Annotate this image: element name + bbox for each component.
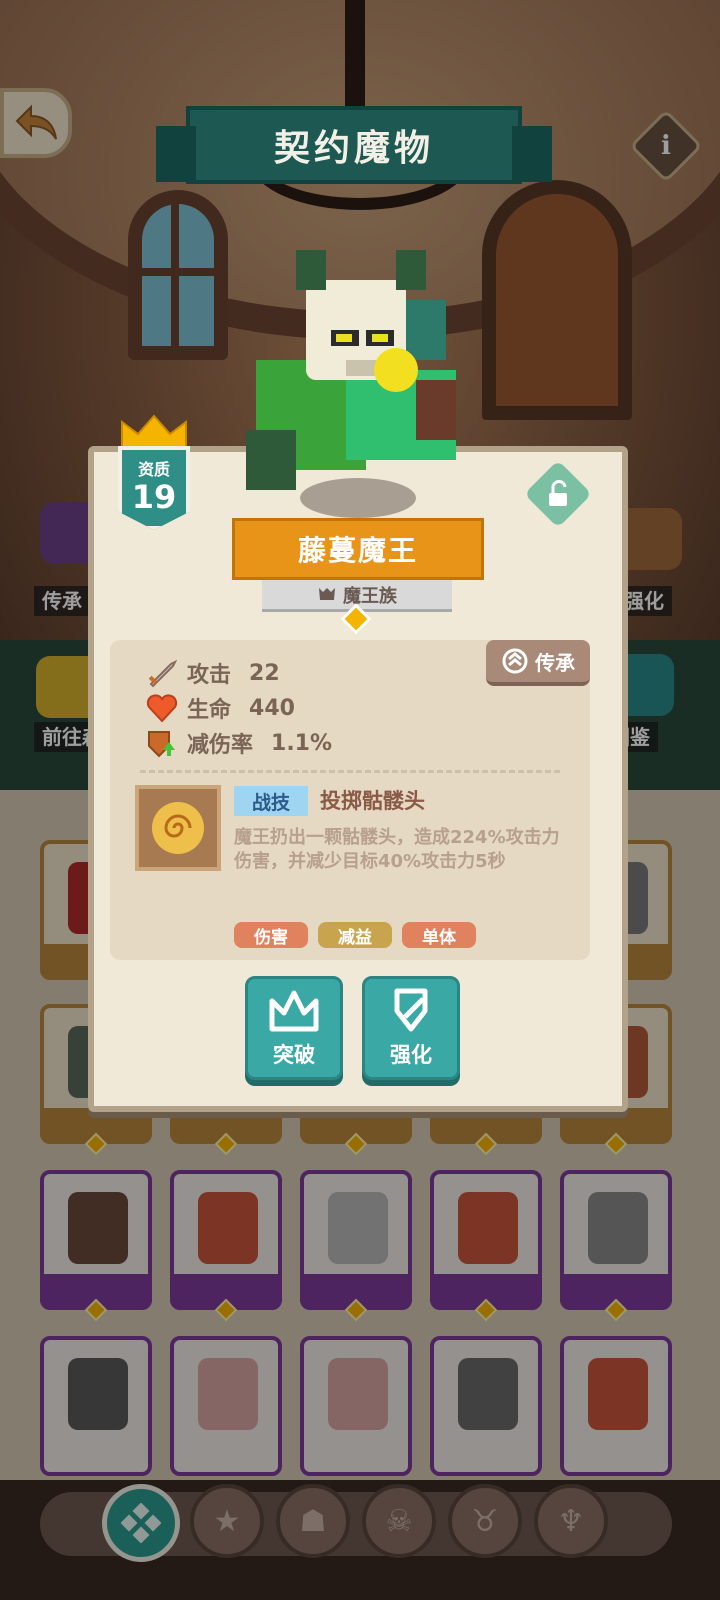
heart-icon xyxy=(146,694,178,723)
stat-label: 攻击 xyxy=(187,663,232,688)
stat-value: 440 xyxy=(249,695,295,721)
spiral-skill-icon xyxy=(152,802,204,854)
inherit-button[interactable]: 传承 xyxy=(486,640,590,686)
demon-king-race-icon xyxy=(319,587,335,600)
page-title: 契约魔物 xyxy=(273,128,434,169)
sword-shield-icon xyxy=(394,988,428,1032)
monster-name-banner: 藤蔓魔王 xyxy=(213,518,503,591)
sword-icon xyxy=(148,659,178,688)
breakthrough-label: 突破 xyxy=(273,1043,315,1067)
stat-label: 减伤率 xyxy=(187,733,254,758)
stat-hp: 生命 440 xyxy=(145,691,295,725)
crown-up-icon xyxy=(269,990,319,1032)
breakthrough-button[interactable]: 突破 xyxy=(245,976,343,1080)
vine-demon-king-art xyxy=(246,250,456,490)
skill-description: 魔王扔出一颗骷髅头，造成224%攻击力伤害，并减少目标40%攻击力5秒 xyxy=(234,827,560,872)
stat-label: 生命 xyxy=(187,698,232,723)
quality-value: 19 xyxy=(131,478,177,516)
stat-value: 1.1% xyxy=(271,730,333,756)
inherit-icon xyxy=(502,648,528,674)
unlock-icon xyxy=(549,480,567,506)
quality-label: 资质 xyxy=(137,460,170,479)
skill-icon-frame xyxy=(135,785,221,871)
enhance-label: 强化 xyxy=(390,1043,432,1067)
monster-name: 藤蔓魔王 xyxy=(297,534,418,567)
skill-tag-single: 单体 xyxy=(402,922,476,948)
race-label: 魔王族 xyxy=(343,585,397,607)
stat-attack: 攻击 22 xyxy=(145,656,280,690)
quality-badge: 资质 19 xyxy=(118,412,190,530)
quality-shield: 资质 19 xyxy=(118,446,190,530)
skill-tag-damage: 伤害 xyxy=(234,922,308,948)
stat-value: 22 xyxy=(249,660,280,686)
stat-damage-reduction: 减伤率 1.1% xyxy=(145,726,332,760)
shield-up-icon xyxy=(148,731,175,758)
panel-divider xyxy=(140,770,560,773)
skill-name: 投掷骷髅头 xyxy=(320,789,425,813)
skill-type-badge: 战技 xyxy=(234,786,308,816)
inherit-label: 传承 xyxy=(535,650,575,675)
skill-tag-debuff: 减益 xyxy=(318,922,392,948)
enhance-button[interactable]: 强化 xyxy=(362,976,460,1080)
